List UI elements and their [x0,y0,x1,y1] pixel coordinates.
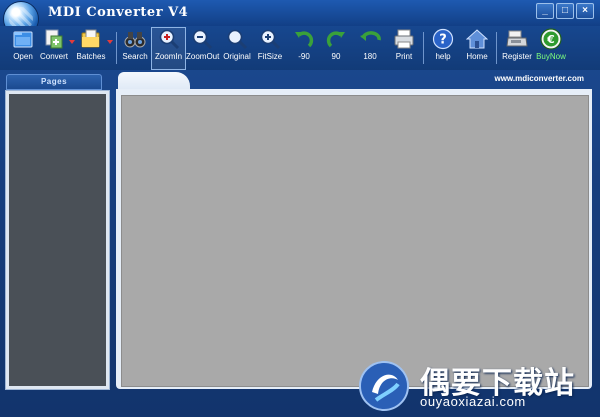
convert-button[interactable]: Convert [38,28,70,68]
rotate-left-icon [295,31,314,48]
convert-icon [45,29,63,49]
rotate-minus-90-button[interactable]: -90 [290,28,318,68]
zoom-out-icon [192,29,213,50]
fit-size-icon [260,29,281,50]
title-bar[interactable]: MDI Converter V4 _ □ × [0,0,600,36]
rotate-90-button[interactable]: 90 [322,28,350,68]
toolbar-separator [116,32,117,64]
magnifier-icon [227,29,248,50]
maximize-button[interactable]: □ [556,3,574,19]
window-title: MDI Converter V4 [48,5,189,20]
watermark-logo-icon [359,361,409,411]
watermark-url: ouyaoxiazai.com [420,394,526,409]
rotate-180-icon [360,31,381,41]
fit-size-button[interactable]: FitSize [255,28,285,68]
buy-now-button[interactable]: € BuyNow [535,28,567,68]
print-button[interactable]: Print [389,28,419,68]
svg-text:?: ? [439,33,447,48]
euro-coin-icon: € [540,28,562,50]
open-button[interactable]: Open [8,28,38,68]
minimize-button[interactable]: _ [536,3,554,19]
tab-document[interactable] [118,72,190,90]
help-button[interactable]: ? help [428,28,458,68]
home-button[interactable]: Home [462,28,492,68]
search-button[interactable]: Search [120,28,150,68]
toolbar-separator [423,32,424,64]
zoom-in-icon [159,29,179,50]
register-button[interactable]: Register [501,28,533,68]
close-button[interactable]: × [576,3,594,19]
original-button[interactable]: Original [221,28,253,68]
zoom-in-button[interactable]: ZoomIn [151,27,186,70]
tab-bar: Pages www.mdiconverter.com [0,70,600,90]
rotate-180-button[interactable]: 180 [355,28,385,68]
help-icon: ? [432,28,454,50]
zoom-out-button[interactable]: ZoomOut [186,28,219,68]
app-window: MDI Converter V4 _ □ × Open Convert Batc… [0,0,600,417]
binoculars-icon [124,32,146,48]
batches-dropdown-arrow-icon[interactable] [107,40,113,44]
toolbar: Open Convert Batches Search ZoomIn ZoomO… [0,26,600,70]
svg-text:€: € [546,33,555,46]
rotate-right-icon [326,31,345,48]
document-canvas[interactable] [121,95,589,387]
toolbar-separator [496,32,497,64]
watermark: 偶要下载站 ouyaoxiazai.com [358,360,594,414]
window-controls: _ □ × [536,3,594,19]
cash-register-icon [506,30,528,47]
website-link[interactable]: www.mdiconverter.com [494,74,584,83]
printer-icon [394,29,414,49]
folder-open-icon [13,31,33,48]
tab-pages[interactable]: Pages [6,74,102,90]
pages-panel-frame [5,90,110,390]
batch-folder-icon [81,29,100,48]
batches-button[interactable]: Batches [75,28,107,68]
pages-thumbnail-list[interactable] [9,94,106,386]
viewer-frame [116,89,592,389]
home-icon [466,29,488,49]
